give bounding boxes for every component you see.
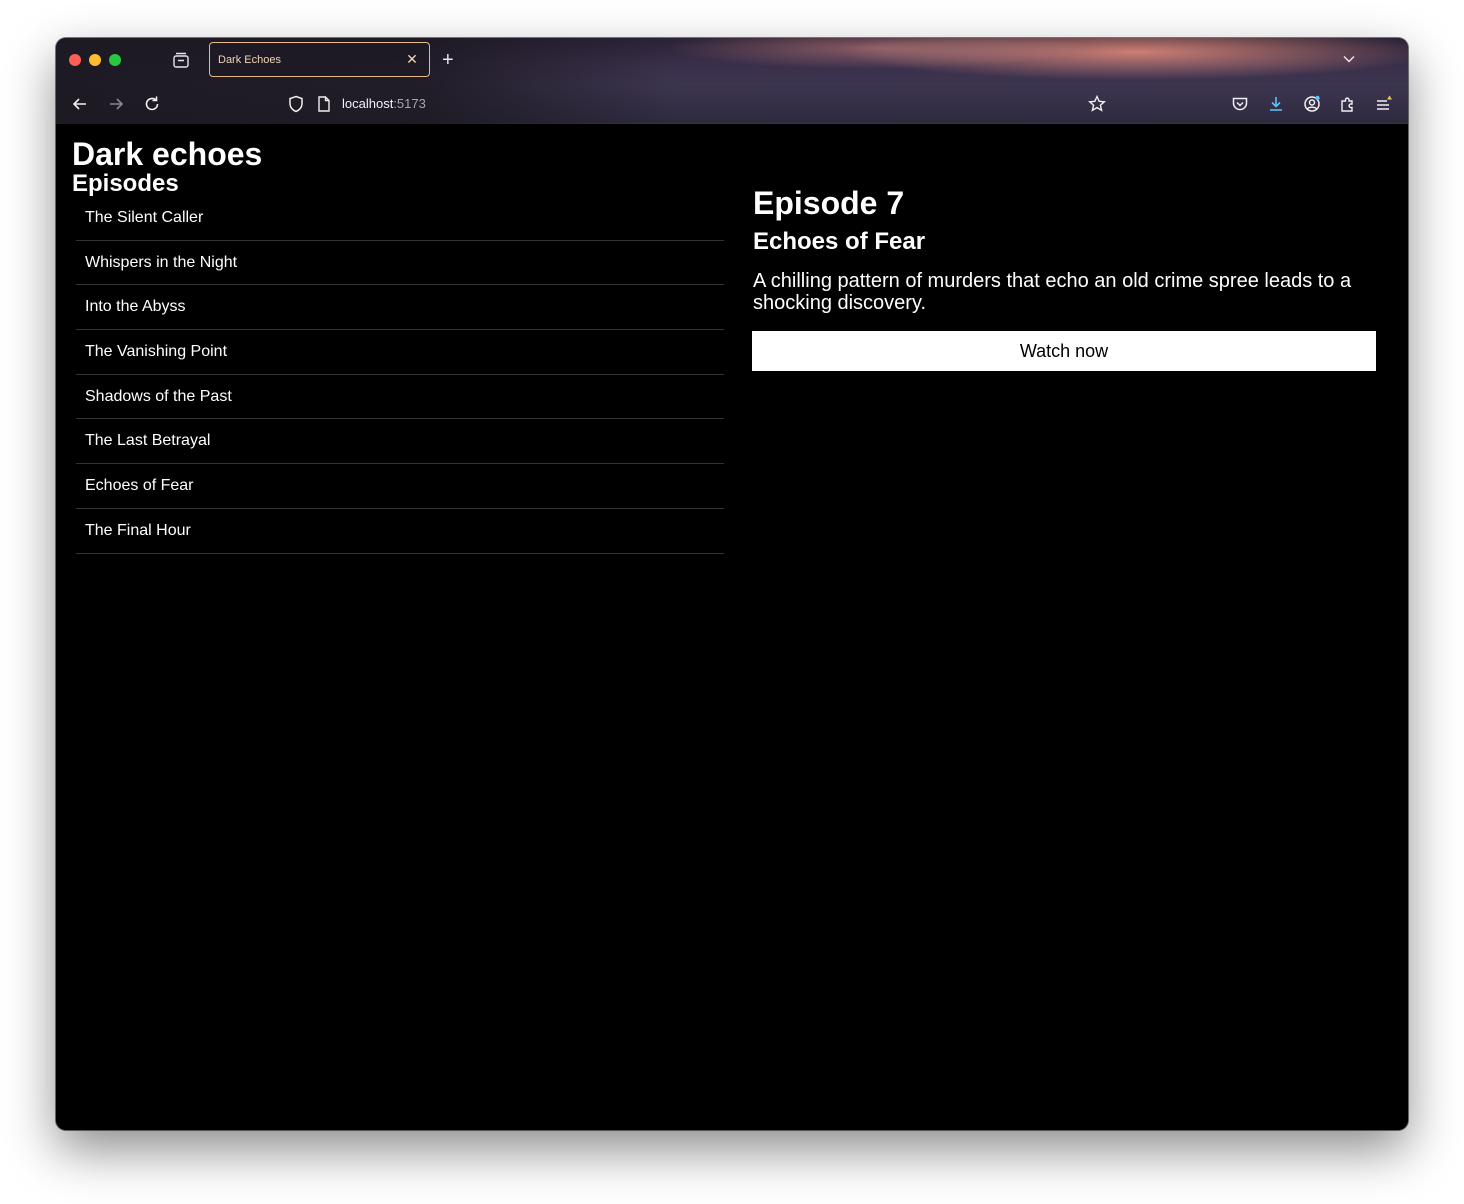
- episode-detail: Episode 7 Echoes of Fear A chilling patt…: [752, 184, 1376, 371]
- minimize-window-button[interactable]: [89, 54, 101, 66]
- reload-icon[interactable]: [142, 94, 162, 114]
- episode-item-7[interactable]: Echoes of Fear: [76, 464, 724, 509]
- new-tab-button[interactable]: +: [442, 48, 454, 72]
- puzzle-icon[interactable]: [1338, 94, 1358, 114]
- tab-title: Dark Echoes: [218, 53, 281, 66]
- menu-icon[interactable]: [1374, 94, 1394, 114]
- pocket-icon[interactable]: [1230, 94, 1250, 114]
- url-host: localhost: [342, 96, 394, 111]
- url-port: :5173: [393, 96, 426, 111]
- episode-description: A chilling pattern of murders that echo …: [753, 270, 1352, 314]
- episode-item-8[interactable]: The Final Hour: [76, 509, 724, 554]
- star-icon[interactable]: [1087, 94, 1107, 114]
- close-window-button[interactable]: [69, 54, 81, 66]
- close-tab-icon[interactable]: ✕: [405, 51, 419, 68]
- window-controls: [69, 54, 121, 66]
- episode-item-1[interactable]: The Silent Caller: [76, 196, 724, 241]
- episode-item-4[interactable]: The Vanishing Point: [76, 330, 724, 375]
- download-icon[interactable]: [1266, 94, 1286, 114]
- episode-item-6[interactable]: The Last Betrayal: [76, 419, 724, 465]
- episode-item-3[interactable]: Into the Abyss: [76, 285, 724, 331]
- watch-now-button[interactable]: Watch now: [752, 331, 1376, 371]
- url-bar[interactable]: localhost:5173: [342, 94, 426, 114]
- zoom-window-button[interactable]: [109, 54, 121, 66]
- page-icon: [318, 96, 330, 112]
- episode-list: The Silent Caller Whispers in the Night …: [76, 196, 724, 554]
- chevron-down-icon[interactable]: [1342, 52, 1356, 66]
- account-icon[interactable]: [1302, 94, 1322, 114]
- episode-item-5[interactable]: Shadows of the Past: [76, 375, 724, 420]
- arrow-left-icon[interactable]: [70, 94, 90, 114]
- browser-toolbar: Dark Echoes ✕ + localhost:5173: [56, 38, 1408, 124]
- episode-item-2[interactable]: Whispers in the Night: [76, 241, 724, 286]
- page-content: Dark echoes Episodes The Silent Caller W…: [56, 124, 1408, 1130]
- episode-title: Echoes of Fear: [753, 228, 926, 255]
- site-title: Dark echoes: [72, 136, 263, 172]
- shield-icon[interactable]: [286, 94, 306, 114]
- tab-manager-icon[interactable]: [172, 52, 190, 68]
- episode-number: Episode 7: [753, 185, 905, 221]
- arrow-right-icon[interactable]: [106, 94, 126, 114]
- episodes-heading: Episodes: [72, 170, 179, 197]
- browser-window: Dark Echoes ✕ + localhost:5173 Dark echo…: [56, 38, 1408, 1130]
- tab-dark-echoes[interactable]: Dark Echoes ✕: [209, 42, 430, 77]
- navigation-bar: [56, 94, 1408, 120]
